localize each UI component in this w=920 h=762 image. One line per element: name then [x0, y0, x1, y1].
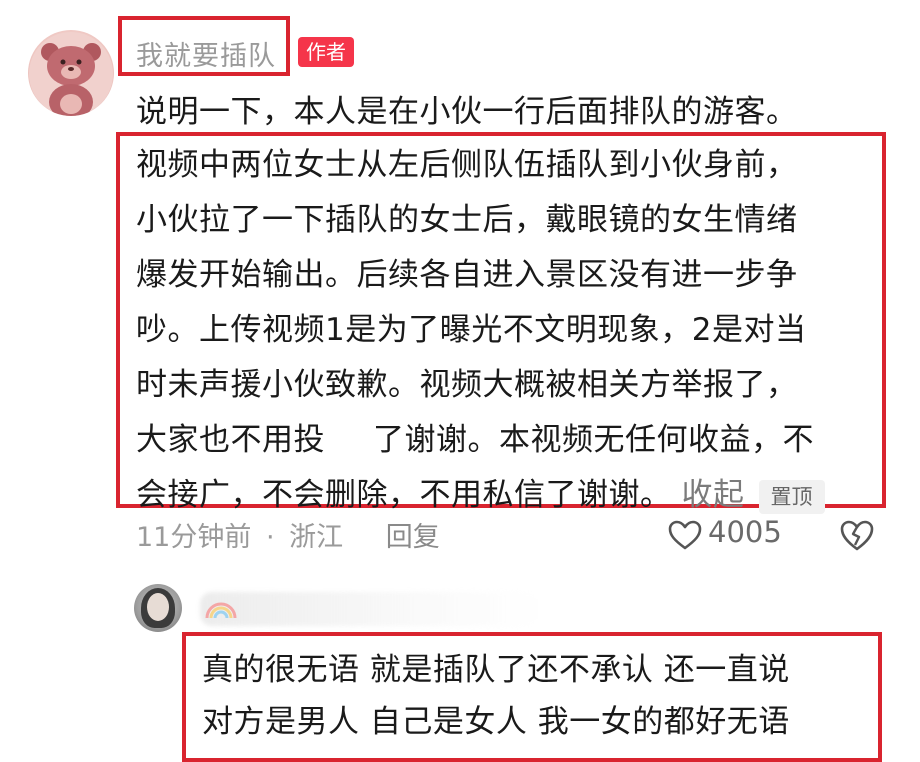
reply-text-line: 真的很无语 就是插队了还不承认 还一直说 [202, 652, 790, 688]
blurred-username [200, 592, 540, 626]
reply-body: 真的很无语 就是插队了还不承认 还一直说 对方是男人 自己是女人 我一女的都好无… [202, 644, 790, 748]
collapse-link[interactable]: 收起 [682, 477, 745, 513]
comment-body: 视频中两位女士从左后侧队伍插队到小伙身前， 小伙拉了一下插队的女士后，戴眼镜的女… [136, 138, 825, 523]
comment-location: 浙江 [289, 522, 344, 553]
comment-text-part: 会接广，不会删除，不用私信了谢谢。 [136, 477, 672, 513]
comment-text-line: 视频中两位女士从左后侧队伍插队到小伙身前， [136, 147, 798, 183]
comment-text-line: 爆发开始输出。后续各自进入景区没有进一步争 [136, 257, 798, 293]
comment-meta: 11分钟前 · 浙江 回复 [136, 515, 446, 554]
reply-avatar[interactable] [134, 584, 182, 632]
comment-text-part: 大家也不用投 [136, 422, 325, 458]
meta-separator: · [265, 522, 275, 553]
highlight-box-username [118, 16, 290, 76]
pinned-badge: 置顶 [758, 479, 825, 514]
comment-time: 11分钟前 [136, 522, 252, 553]
reply-button[interactable]: 回复 [386, 522, 440, 553]
comment-text-part: 了谢谢。本视频无任何收益，不 [373, 422, 814, 458]
heart-icon[interactable] [668, 520, 702, 550]
comment-text-line: 时未声援小伙致歉。视频大概被相关方举报了， [136, 367, 798, 403]
rainbow-icon [205, 602, 237, 619]
comment-text-line: 小伙拉了一下插队的女士后，戴眼镜的女生情绪 [136, 202, 798, 238]
reply-text-line: 对方是男人 自己是女人 我一女的都好无语 [202, 704, 790, 740]
comment-text-line: 吵。上传视频1是为了曝光不文明现象，2是对当 [136, 312, 807, 348]
bear-avatar-icon [29, 32, 113, 116]
broken-heart-icon[interactable] [840, 518, 874, 552]
avatar[interactable] [28, 30, 114, 116]
comment-text-line-7: 大家也不用投 了谢谢。本视频无任何收益，不 [136, 413, 825, 468]
comment-text-line: 说明一下，本人是在小伙一行后面排队的游客。 [136, 94, 798, 130]
avatar-face [147, 593, 169, 621]
like-count: 4005 [708, 515, 782, 549]
author-badge: 作者 [298, 37, 354, 67]
